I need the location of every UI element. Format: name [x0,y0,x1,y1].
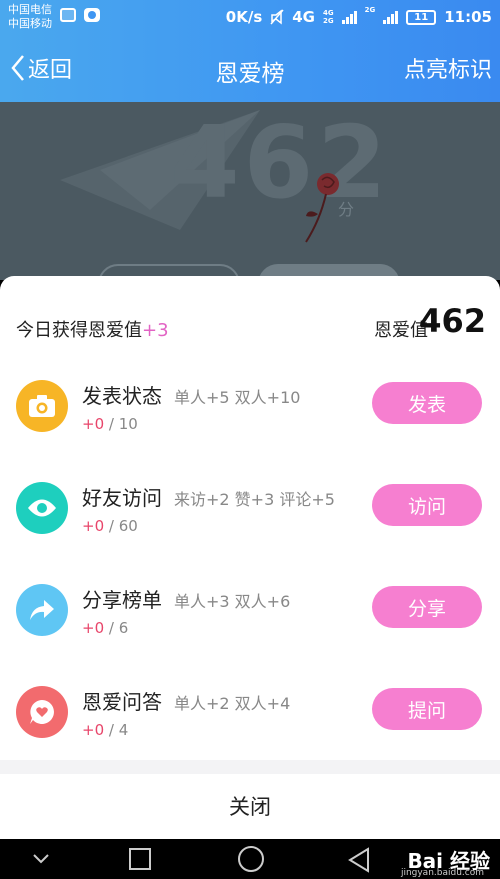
heart-chat-icon [16,686,68,738]
network-small-1: 4G [323,9,334,17]
dual-network-badge: 4G 2G [323,9,334,25]
share-icon [16,584,68,636]
back-triangle-icon[interactable] [346,847,372,873]
mute-icon [270,9,284,25]
task-row: 发表状态 单人+5 双人+10 +0 / 10 发表 [0,370,500,470]
task-name: 发表状态 [82,384,162,408]
clock: 11:05 [444,8,492,26]
close-button[interactable]: 关闭 [0,774,500,838]
task-desc: 单人+2 双人+4 [174,694,291,713]
task-progress: +0 / 4 [82,721,128,739]
today-earned-plus: +3 [142,320,169,341]
score-value: 462 [170,104,391,221]
network-small-3: 2G [364,6,376,14]
signal-icon [341,10,357,24]
task-row: 好友访问 来访+2 赞+3 评论+5 +0 / 60 访问 [0,472,500,572]
task-progress: +0 / 60 [82,517,138,535]
task-progress-limit: / 10 [104,415,138,433]
task-desc: 单人+3 双人+6 [174,592,291,611]
divider [0,760,500,774]
task-progress-limit: / 4 [104,721,129,739]
score-unit: 分 [338,200,355,219]
network-speed: 0K/s [225,8,263,26]
app-header: 返回 恩爱榜 点亮标识 [0,34,500,102]
score-backdrop: 462 分 [0,102,500,280]
task-desc: 单人+5 双人+10 [174,388,301,407]
earn-points-sheet: 今日获得恩爱值+3 恩爱值 462 发表状态 单人+5 双人+10 +0 / 1… [0,276,500,839]
task-desc: 来访+2 赞+3 评论+5 [174,490,335,509]
task-progress: +0 / 10 [82,415,138,433]
task-row: 分享榜单 单人+3 双人+6 +0 / 6 分享 [0,574,500,674]
today-earned: 今日获得恩爱值+3 [16,316,169,342]
task-name: 恩爱问答 [82,690,162,714]
post-button[interactable]: 发表 [372,382,482,424]
visit-button[interactable]: 访问 [372,484,482,526]
eye-icon [16,482,68,534]
task-progress-current: +0 [82,721,105,739]
recent-apps-icon[interactable] [128,847,152,871]
task-progress-limit: / 6 [104,619,129,637]
today-earned-label: 今日获得恩爱值 [16,320,142,341]
carrier-1: 中国电信 [8,3,52,16]
battery-icon: 11 [406,9,437,25]
task-progress-current: +0 [82,415,105,433]
total-points-value: 462 [419,302,486,340]
light-up-badge-button[interactable]: 点亮标识 [404,52,492,84]
baidu-watermark-url: jingyan.baidu.com [400,868,484,878]
camera-icon [16,380,68,432]
task-progress-limit: / 60 [104,517,138,535]
carrier-info: 中国电信 中国移动 [8,3,52,31]
task-progress-current: +0 [82,619,105,637]
task-name: 分享榜单 [82,588,162,612]
ask-button[interactable]: 提问 [372,688,482,730]
share-button[interactable]: 分享 [372,586,482,628]
task-progress-current: +0 [82,517,105,535]
task-progress: +0 / 6 [82,619,128,637]
task-name: 好友访问 [82,486,162,510]
network-small-2: 2G [323,17,334,25]
network-type: 4G [292,8,315,26]
signal-icon-2 [383,10,399,24]
chevron-down-icon[interactable] [32,853,50,865]
status-bar: 中国电信 中国移动 0K/s 4G 4G 2G 2G 11 11:05 [0,0,500,34]
app-notification-icon [84,8,100,22]
gallery-notification-icon [60,8,76,22]
system-nav-bar: Bai 经验 jingyan.baidu.com [0,839,500,879]
carrier-2: 中国移动 [8,17,52,30]
home-icon[interactable] [237,845,265,873]
